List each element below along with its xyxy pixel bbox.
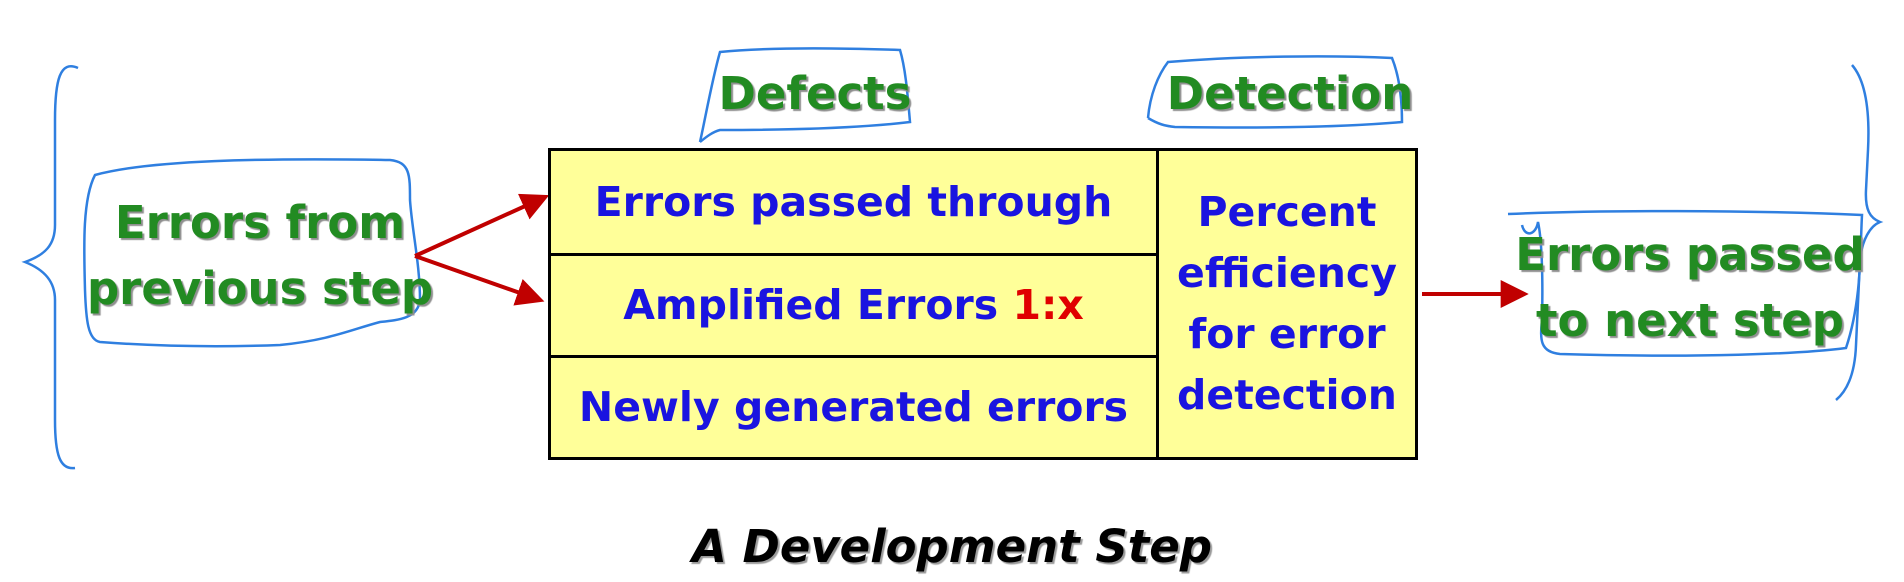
- output-label-line-1: Errors passed: [1515, 228, 1865, 281]
- detection-line-4: detection: [1177, 371, 1397, 419]
- defects-column: Errors passed through Amplified Errors 1…: [551, 151, 1159, 457]
- diagram-caption: A Development Step: [691, 520, 1213, 573]
- row-newly-generated-errors: Newly generated errors: [551, 354, 1156, 457]
- output-errors-label: Errors passed to next step: [1510, 222, 1870, 354]
- detection-line-2: efficiency: [1177, 249, 1397, 297]
- input-label-line-1: Errors from: [114, 196, 406, 249]
- input-label-line-2: previous step: [86, 262, 434, 315]
- row-text: Errors passed through: [594, 177, 1113, 226]
- row-text: Amplified Errors: [623, 281, 1013, 330]
- row-errors-passed-through: Errors passed through: [551, 151, 1156, 253]
- defects-header: Defects: [718, 67, 912, 120]
- detection-column: Percent efficiency for error detection: [1159, 151, 1415, 457]
- detection-header: Detection: [1166, 67, 1414, 120]
- row-text: Newly generated errors: [578, 383, 1129, 432]
- row-amplified-errors: Amplified Errors 1:x: [551, 252, 1156, 355]
- output-label-line-2: to next step: [1536, 294, 1844, 347]
- development-step-box: Errors passed through Amplified Errors 1…: [548, 148, 1418, 460]
- detection-line-1: Percent: [1197, 188, 1377, 236]
- detection-line-3: for error: [1188, 310, 1386, 358]
- input-errors-label: Errors from previous step: [80, 190, 440, 322]
- left-brace-annotation: [21, 65, 79, 470]
- amplification-ratio: 1:x: [1012, 281, 1084, 330]
